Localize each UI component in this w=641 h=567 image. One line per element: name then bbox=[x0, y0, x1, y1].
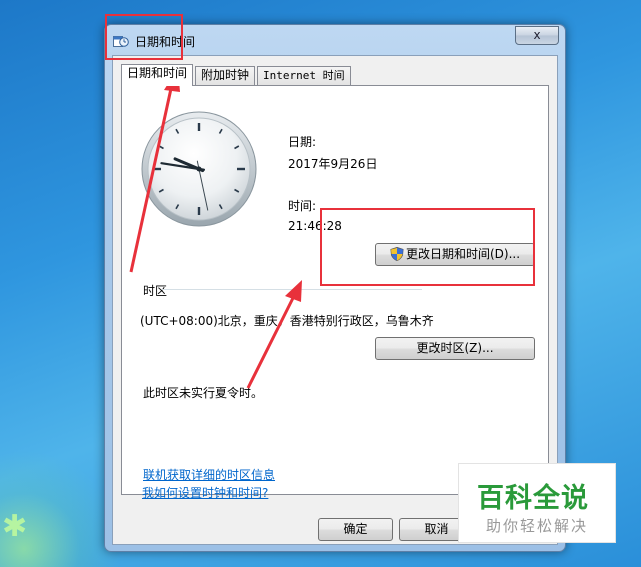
tab-label: 附加时钟 bbox=[201, 68, 250, 82]
time-label: 时间: bbox=[288, 199, 317, 213]
dst-note: 此时区未实行夏令时。 bbox=[143, 386, 264, 400]
tab-internet-time[interactable]: Internet 时间 bbox=[257, 66, 351, 85]
tab-additional-clocks[interactable]: 附加时钟 bbox=[195, 66, 256, 85]
annotation-box-change-button bbox=[320, 208, 535, 286]
annotation-box-title bbox=[105, 14, 183, 60]
how-to-set-clock-link[interactable]: 我如何设置时钟和时间? bbox=[142, 484, 268, 501]
analog-clock bbox=[141, 111, 257, 227]
clock-center-pin bbox=[196, 166, 202, 172]
close-icon: x bbox=[533, 28, 541, 42]
tab-panel-date-time: 日期: 2017年9月26日 时间: 21:46:28 更改日期和时间(D)..… bbox=[121, 85, 549, 495]
tab-date-time[interactable]: 日期和时间 bbox=[121, 64, 194, 86]
date-label: 日期: bbox=[288, 135, 317, 149]
watermark: 百科全说 助你轻松解决 bbox=[458, 463, 616, 543]
close-button[interactable]: x bbox=[515, 26, 559, 45]
date-value: 2017年9月26日 bbox=[288, 157, 378, 171]
timezone-value: (UTC+08:00)北京，重庆，香港特别行政区，乌鲁木齐 bbox=[140, 314, 434, 328]
ok-button[interactable]: 确定 bbox=[318, 518, 393, 541]
watermark-sub-text: 助你轻松解决 bbox=[486, 517, 589, 535]
change-timezone-button[interactable]: 更改时区(Z)... bbox=[375, 337, 535, 360]
change-timezone-label: 更改时区(Z)... bbox=[416, 341, 494, 355]
tab-label: Internet 时间 bbox=[263, 69, 345, 82]
timezone-group-divider bbox=[162, 289, 422, 290]
watermark-logo-text: 百科全说 bbox=[477, 483, 589, 514]
online-timezone-info-link[interactable]: 联机获取详细的时区信息 bbox=[143, 466, 275, 483]
timezone-group-label: 时区 bbox=[143, 282, 174, 299]
tab-label: 日期和时间 bbox=[127, 66, 188, 80]
desktop-leaf-decoration: ✱ bbox=[2, 509, 28, 544]
cancel-label: 取消 bbox=[424, 522, 449, 536]
ok-label: 确定 bbox=[343, 522, 368, 536]
